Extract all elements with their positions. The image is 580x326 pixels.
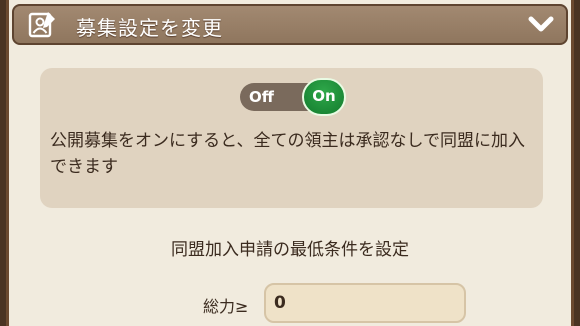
recruit-settings-icon (28, 12, 55, 38)
toggle-knob[interactable]: On (302, 78, 346, 116)
chevron-down-icon[interactable] (528, 14, 554, 36)
toggle-on-label: On (312, 87, 336, 105)
page-title: 募集設定を変更 (76, 16, 223, 40)
recruitment-description: 公開募集をオンにすると、全ての領主は承認なしで同盟に加入できます (50, 131, 525, 177)
requirements-title: 同盟加入申請の最低条件を設定 (171, 240, 409, 260)
public-recruitment-toggle[interactable]: Off On (240, 78, 348, 116)
power-input[interactable] (264, 283, 466, 323)
power-label: 総力≥ (203, 297, 249, 316)
toggle-off-label: Off (249, 88, 274, 106)
settings-header[interactable]: 募集設定を変更 (12, 4, 568, 45)
